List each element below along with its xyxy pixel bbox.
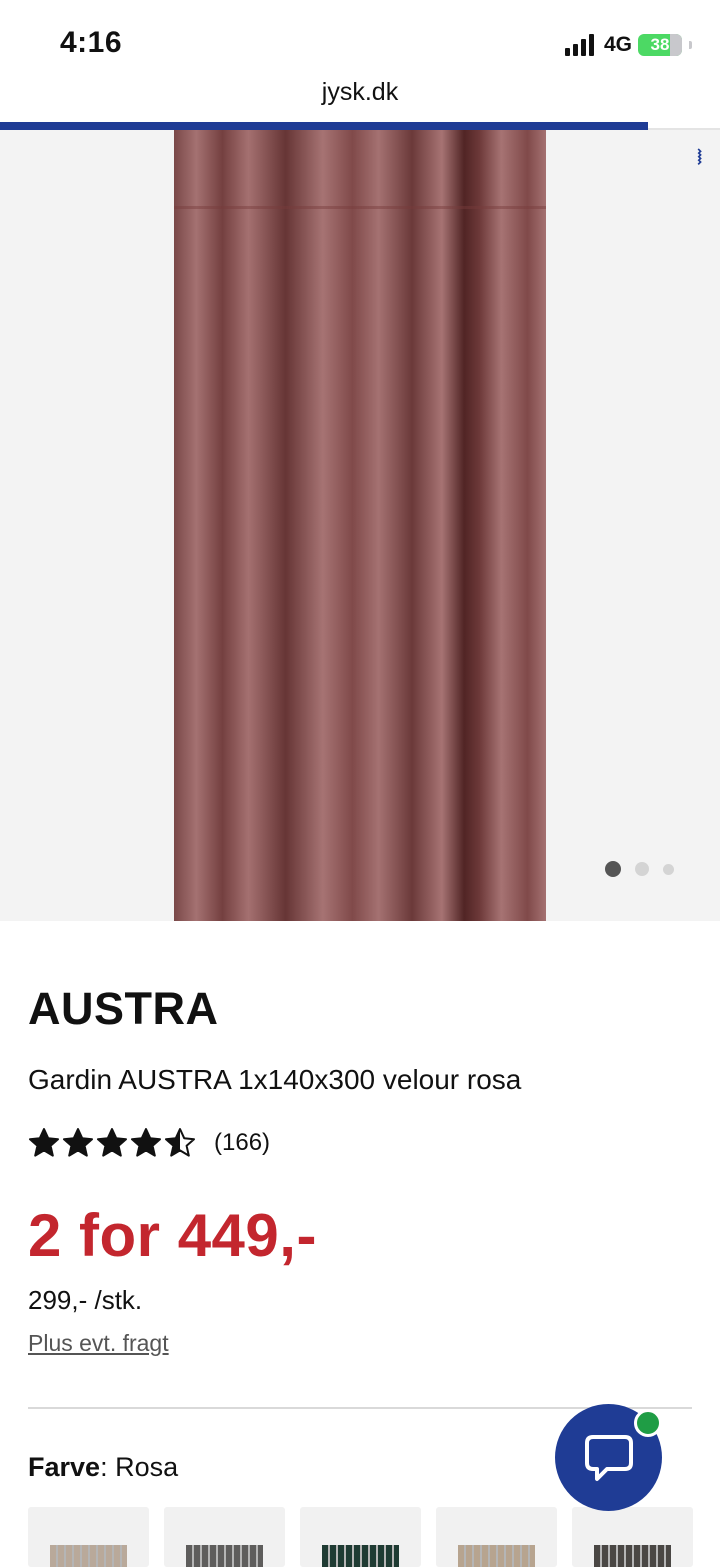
status-bar: 4:16 4G 38 [0, 0, 720, 88]
color-selection-label: Farve: Rosa [28, 1452, 178, 1483]
star-icon [63, 1128, 93, 1157]
swatch-image [50, 1545, 127, 1567]
gallery-dot[interactable] [663, 863, 674, 875]
star-icon [165, 1128, 195, 1157]
product-image-curtain[interactable] [174, 130, 546, 921]
color-swatch-beige[interactable] [28, 1507, 149, 1567]
rating-stars[interactable] [28, 1127, 196, 1159]
chat-bubble-icon [584, 1434, 633, 1481]
color-swatch-sand[interactable] [436, 1507, 557, 1567]
product-rating[interactable]: (166) [28, 1127, 270, 1159]
color-swatch-grey[interactable] [164, 1507, 285, 1567]
curtain-pleat-tape [174, 206, 546, 209]
page-load-progress [0, 122, 648, 130]
gallery-dot[interactable] [635, 862, 649, 876]
next-image-arrow-icon[interactable]: ⧘ [697, 144, 702, 170]
product-image-gallery[interactable]: ⧘ [0, 130, 720, 921]
gallery-dot[interactable] [605, 861, 621, 877]
color-label: Farve [28, 1452, 101, 1482]
cellular-signal-icon [564, 34, 594, 56]
color-swatch-green[interactable] [300, 1507, 421, 1567]
star-icon [131, 1128, 161, 1157]
unit-price: 299,- /stk. [28, 1285, 143, 1315]
color-swatch-list [28, 1507, 693, 1567]
network-type: 4G [603, 33, 632, 56]
battery-icon: 38 [638, 34, 682, 56]
shipping-link[interactable]: Plus evt. fragt [28, 1330, 169, 1357]
battery-level: 38 [650, 35, 670, 54]
gallery-pagination[interactable] [605, 861, 674, 877]
address-bar[interactable]: jysk.dk [0, 78, 720, 118]
color-value: : Rosa [100, 1452, 179, 1482]
star-icon [29, 1128, 59, 1157]
color-swatch-dark-grey[interactable] [572, 1507, 693, 1567]
chat-online-indicator [634, 1409, 662, 1437]
status-icons: 4G 38 [564, 30, 692, 60]
star-icon [97, 1128, 127, 1157]
swatch-image [594, 1545, 671, 1567]
rating-count[interactable]: (166) [214, 1129, 270, 1157]
status-time: 4:16 [60, 26, 123, 59]
swatch-image [458, 1545, 535, 1567]
swatch-image [322, 1545, 399, 1567]
product-title: Gardin AUSTRA 1x140x300 velour rosa [28, 1064, 522, 1095]
swatch-image [186, 1545, 263, 1567]
product-brand: AUSTRA [28, 983, 219, 1034]
battery-tip [689, 41, 692, 49]
offer-price: 2 for 449,- [28, 1202, 317, 1269]
